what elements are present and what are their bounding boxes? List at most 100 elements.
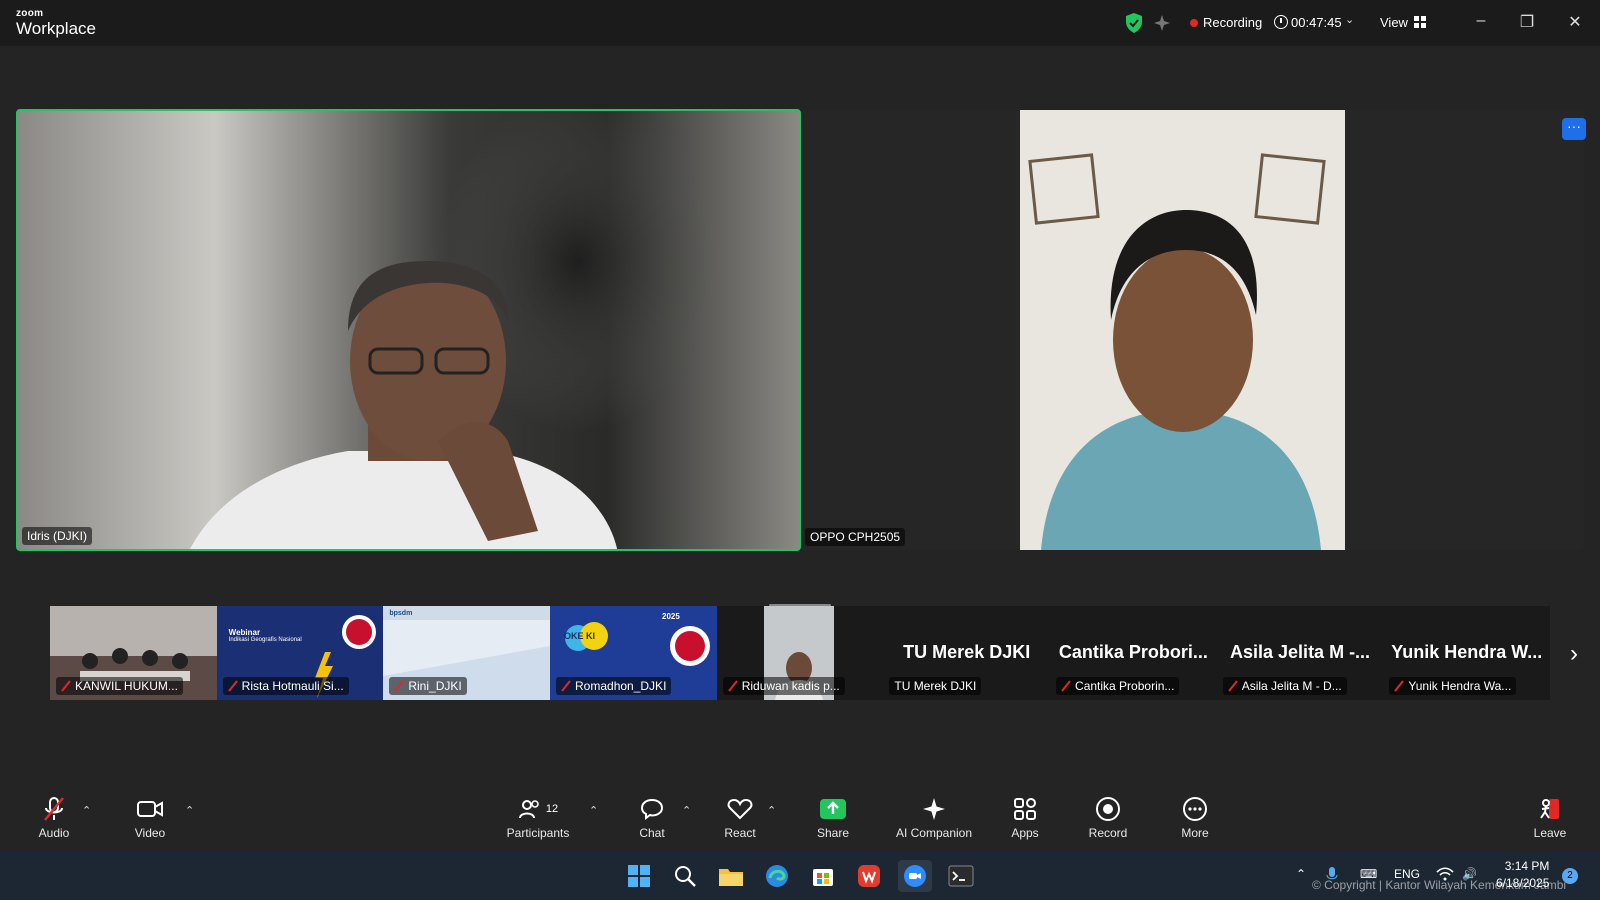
thumbnail-name-tag: Asila Jelita M - D...: [1222, 677, 1347, 695]
year-label: 2025: [662, 612, 680, 621]
muted-mic-icon: [1061, 680, 1071, 692]
audio-button[interactable]: Audio: [14, 794, 94, 852]
participants-button[interactable]: 12 Participants: [498, 794, 578, 852]
chevron-right-icon[interactable]: ›: [1570, 640, 1578, 668]
ai-sparkle-icon[interactable]: [1152, 13, 1172, 33]
view-button-label[interactable]: View: [1380, 15, 1408, 30]
video-tile-participant[interactable]: OPPO CPH2505: [801, 110, 1584, 550]
tile-more-options-button[interactable]: ···: [1562, 118, 1586, 140]
thumbnail-tile[interactable]: Riduwan kadis p...: [716, 606, 884, 700]
chat-bubble-icon: [612, 794, 692, 824]
more-label: More: [1181, 826, 1209, 840]
chevron-down-icon[interactable]: ⌄: [1345, 13, 1354, 26]
grid-view-icon[interactable]: [1414, 16, 1426, 28]
meeting-timer[interactable]: 00:47:45: [1291, 15, 1342, 30]
react-options-caret-icon[interactable]: ⌃: [767, 804, 776, 817]
record-label: Record: [1088, 826, 1128, 840]
participants-label: Participants: [506, 826, 570, 840]
thumbnail-tile[interactable]: Cantika Probori... Cantika Proborin...: [1050, 606, 1217, 700]
thumbnail-name-tag: Riduwan kadis p...: [722, 677, 845, 695]
apps-grid-icon: [985, 794, 1065, 824]
more-dots-icon: [1155, 794, 1235, 824]
chat-options-caret-icon[interactable]: ⌃: [682, 804, 691, 817]
participants-count: 12: [545, 803, 559, 815]
thumbnail-tile[interactable]: KANWIL HUKUM...: [50, 606, 217, 700]
share-button[interactable]: Share: [793, 794, 873, 852]
security-shield-icon[interactable]: [1124, 12, 1144, 34]
thumbnail-name: Riduwan kadis p...: [741, 679, 840, 693]
ai-companion-label: AI Companion: [895, 826, 973, 840]
participant-display-name: TU Merek DJKI: [903, 642, 1031, 662]
participant-name-tag: OPPO CPH2505: [805, 528, 906, 546]
ai-companion-button[interactable]: AI Companion: [880, 794, 988, 852]
wps-office-icon[interactable]: [852, 860, 886, 892]
clock-icon: [1274, 15, 1288, 29]
search-icon[interactable]: [668, 860, 702, 892]
participant-name-tag: Idris (DJKI): [22, 527, 92, 545]
logo-big-text: Workplace: [16, 19, 96, 38]
chat-button[interactable]: Chat: [612, 794, 692, 852]
participants-options-caret-icon[interactable]: ⌃: [589, 804, 598, 817]
notification-badge[interactable]: 2: [1562, 868, 1578, 884]
recording-label[interactable]: Recording: [1203, 15, 1262, 30]
react-button[interactable]: React: [700, 794, 780, 852]
webinar-title: Webinar: [228, 628, 261, 637]
thumbnail-tile[interactable]: OKE KI 2025 Romadhon_DJKI: [550, 606, 717, 700]
minimize-icon[interactable]: –: [1470, 12, 1492, 30]
muted-mic-icon: [394, 680, 405, 692]
apps-label: Apps: [1011, 826, 1039, 840]
muted-mic-icon: [561, 680, 571, 692]
muted-mic-icon: [1227, 680, 1238, 692]
webinar-subtitle: Indikasi Geografis Nasional: [228, 637, 302, 643]
participant-video-feed: [18, 111, 799, 549]
thumbnail-name-tag: KANWIL HUKUM...: [56, 677, 183, 695]
apps-button[interactable]: Apps: [985, 794, 1065, 852]
thumbnail-tile[interactable]: Yunik Hendra W... Yunik Hendra Wa...: [1383, 606, 1551, 700]
meeting-stage: Idris (DJKI) OPPO CPH2505 ···: [0, 46, 1600, 852]
file-explorer-icon[interactable]: [714, 860, 748, 892]
participant-video-feed: [801, 110, 1584, 550]
thumbnail-tile[interactable]: Asila Jelita M -... Asila Jelita M - D..…: [1216, 606, 1384, 700]
microsoft-store-icon[interactable]: [806, 860, 840, 892]
record-button[interactable]: Record: [1068, 794, 1148, 852]
leave-button[interactable]: Leave: [1510, 794, 1590, 852]
windows-taskbar: ⌃ ⌨ ENG 🔊 3:14 PM 6/18/2025: [0, 852, 1600, 900]
terminal-icon[interactable]: [944, 860, 978, 892]
thumbnail-tile[interactable]: TU Merek DJKI TU Merek DJKI: [883, 606, 1051, 700]
title-bar: zoom Workplace Recording 00:47:45 ⌄ View…: [0, 0, 1600, 46]
react-label: React: [724, 826, 756, 840]
muted-mic-icon: [61, 680, 71, 692]
record-icon: [1068, 794, 1148, 824]
muted-mic-icon: [727, 680, 738, 692]
chat-label: Chat: [639, 826, 665, 840]
thumbnail-name-tag: Cantika Proborin...: [1056, 677, 1180, 695]
share-label: Share: [816, 826, 850, 840]
thumbnail-name-tag: Romadhon_DJKI: [556, 677, 672, 695]
zoom-app-icon[interactable]: [898, 860, 932, 892]
video-tile-active-speaker[interactable]: Idris (DJKI): [16, 109, 801, 551]
audio-options-caret-icon[interactable]: ⌃: [82, 804, 91, 817]
video-button[interactable]: Video: [110, 794, 190, 852]
thumbnail-tile[interactable]: Webinar Indikasi Geografis Nasional Rist…: [216, 606, 384, 700]
more-button[interactable]: More: [1155, 794, 1235, 852]
ai-sparkle-icon: [880, 794, 988, 824]
edge-browser-icon[interactable]: [760, 860, 794, 892]
windows-start-icon[interactable]: [622, 860, 656, 892]
thumbnail-name: Rista Hotmauli Si...: [241, 679, 344, 693]
thumbnail-name: Yunik Hendra Wa...: [1408, 679, 1512, 693]
thumbnail-tile[interactable]: bpsdm Rini_DJKI: [383, 606, 551, 700]
bpsdm-logo-text: bpsdm: [389, 610, 413, 617]
close-icon[interactable]: ✕: [1564, 12, 1586, 32]
clock-time: 3:14 PM: [1504, 859, 1550, 873]
chevron-up-icon[interactable]: ⌃: [1296, 867, 1306, 881]
copyright-watermark: © Copyright | Kantor Wilayah Kemenkum Ja…: [1312, 878, 1567, 892]
video-options-caret-icon[interactable]: ⌃: [185, 804, 194, 817]
video-label: Video: [134, 826, 166, 840]
muted-mic-icon: [227, 680, 238, 692]
restore-icon[interactable]: ❐: [1516, 12, 1538, 32]
recording-dot-icon: [1190, 19, 1198, 27]
participant-display-name: Asila Jelita M -...: [1230, 642, 1371, 662]
leave-icon: [1510, 794, 1590, 824]
okeki-logo-text: OKE KI: [564, 631, 596, 641]
audio-label: Audio: [38, 826, 70, 840]
